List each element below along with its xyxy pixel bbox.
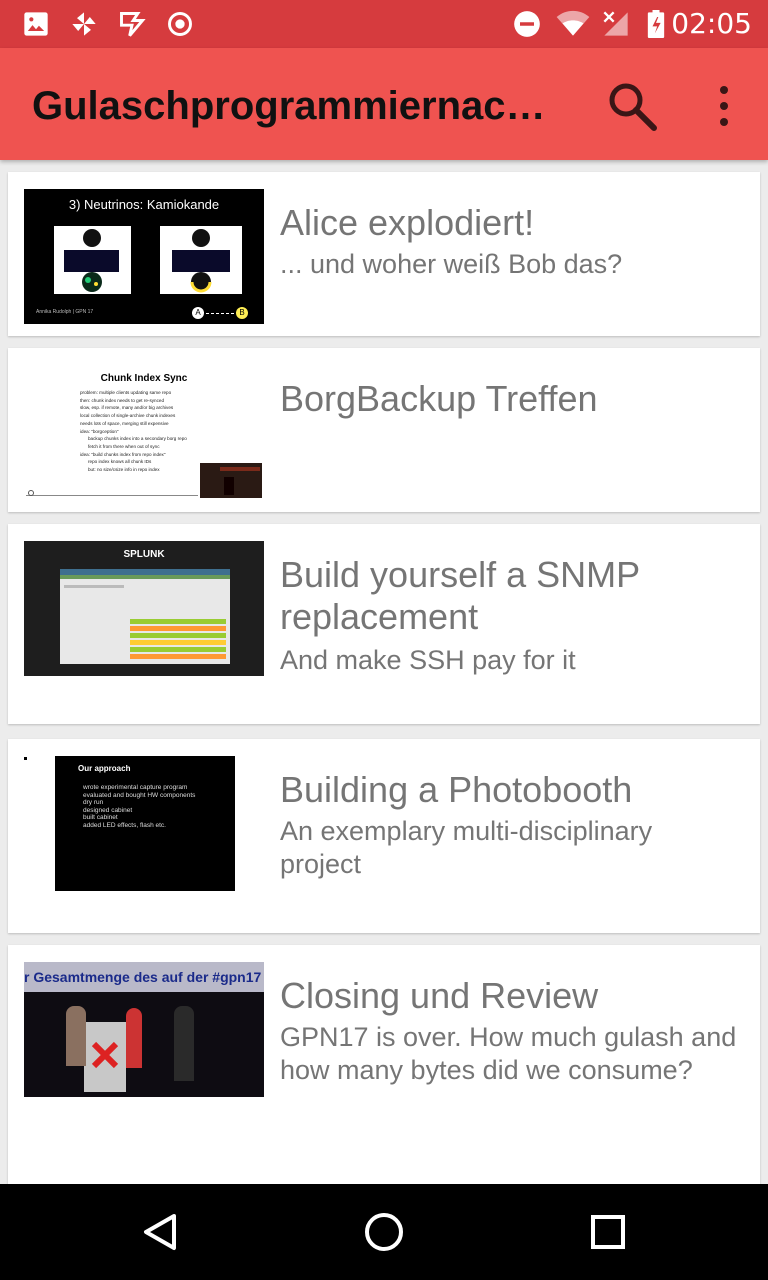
thumbnail-footer: Annika Rudolph | GPN 17	[36, 309, 94, 315]
talk-title: Building a Photobooth	[280, 769, 633, 810]
recents-icon[interactable]	[584, 1208, 632, 1256]
more-vert-icon[interactable]	[704, 78, 744, 134]
talk-thumbnail: Chunk Index Sync problem: multiple clien…	[24, 365, 264, 500]
talk-thumbnail: 3) Neutrinos: Kamiokande Annika Rudolph …	[24, 189, 264, 324]
slide-bullet: designed cabinet	[83, 806, 133, 814]
slide-bullet: built cabinet	[83, 814, 118, 822]
slide-rule	[26, 495, 198, 496]
wifi-icon	[556, 10, 590, 36]
slide-bullets: wrote experimental capture program evalu…	[83, 784, 233, 830]
talk-list[interactable]: 3) Neutrinos: Kamiokande Annika Rudolph …	[0, 160, 768, 1184]
search-icon[interactable]	[604, 78, 660, 134]
pinwheel-icon	[72, 12, 96, 36]
talk-card[interactable]: 3) Neutrinos: Kamiokande Annika Rudolph …	[8, 172, 760, 336]
talk-title: Closing und Review	[280, 975, 599, 1016]
slide-bullet: needs lots of space, merging still expen…	[80, 420, 169, 426]
lectern-logo	[91, 1041, 119, 1069]
kamiokande-plot-right	[160, 226, 242, 294]
thumbnail-banner: r Gesamtmenge des auf der #gpn17 g	[24, 962, 264, 992]
back-icon[interactable]	[136, 1208, 184, 1256]
thumbnail-heading: Our approach	[78, 764, 131, 773]
do-not-disturb-icon	[514, 11, 540, 37]
home-icon[interactable]	[360, 1208, 408, 1256]
speaker-3	[174, 1006, 194, 1081]
navigation-bar	[0, 1184, 768, 1280]
slide-bullet: idea: "borgception"	[80, 428, 119, 434]
speaker-1	[66, 1006, 86, 1066]
status-time: 02:05	[671, 7, 752, 40]
slide-bullet: dry run	[83, 799, 104, 807]
talk-card[interactable]: Chunk Index Sync problem: multiple clien…	[8, 348, 760, 512]
slide-bullets: problem: multiple clients updating same …	[80, 389, 230, 474]
slide-bullet: evaluated and bought HW components	[83, 791, 196, 799]
talk-title: Build yourself a SNMP replacement	[280, 554, 640, 637]
talk-card[interactable]: SPLUNK Build yourself a SNMP replacement…	[8, 524, 760, 724]
talk-thumbnail: Our approach wrote experimental capture …	[55, 756, 235, 891]
marker-b: B	[236, 307, 248, 319]
marker-a: A	[192, 307, 204, 319]
kamiokande-plot-left	[54, 226, 131, 294]
thumbnail-heading: 3) Neutrinos: Kamiokande	[68, 197, 220, 212]
thumbnail-heading: Chunk Index Sync	[100, 373, 188, 384]
talk-thumbnail: SPLUNK	[24, 541, 264, 676]
slide-bullet: local collection of single-archive chunk…	[80, 413, 176, 419]
record-icon	[168, 12, 192, 36]
slide-bullet: idea: "build chunks index from repo inde…	[80, 451, 166, 457]
slide-bullet: backup chunks index into a secondary bor…	[88, 436, 187, 442]
checkmark-icon	[120, 12, 146, 37]
thumbnail-heading: SPLUNK	[123, 549, 165, 560]
talk-thumbnail: r Gesamtmenge des auf der #gpn17 g	[24, 962, 264, 1097]
talk-subtitle: ... und woher weiß Bob das?	[280, 249, 623, 279]
slide-dot	[28, 490, 34, 496]
slide-bullet: added LED effects, flash etc.	[83, 821, 166, 829]
speaker-video-inset	[200, 463, 262, 498]
app-bar: Gulaschprogrammiernacht 17	[0, 48, 768, 160]
slide-bullet: problem: multiple clients updating same …	[80, 390, 172, 395]
no-signal-icon	[603, 11, 628, 36]
speaker-2	[126, 1008, 142, 1068]
marker-line	[206, 313, 234, 314]
talk-subtitle: GPN17 is over. How much gulash and how m…	[280, 1022, 737, 1085]
talk-subtitle: And make SSH pay for it	[280, 645, 576, 675]
status-bar: 02:05	[0, 0, 768, 48]
slide-bullet: slow, esp. if remote, many and/or big ar…	[80, 405, 174, 411]
talk-subtitle: An exemplary multi-disciplinary project	[280, 816, 653, 879]
talk-card[interactable]: r Gesamtmenge des auf der #gpn17 g Closi…	[8, 945, 760, 1184]
app-title: Gulaschprogrammiernacht 17	[32, 84, 562, 128]
splunk-screenshot	[60, 569, 230, 664]
talk-title: BorgBackup Treffen	[280, 378, 598, 419]
talk-title: Alice explodiert!	[280, 202, 535, 243]
battery-charging-icon	[647, 10, 665, 38]
slide-bullet: fetch it from there when out of sync	[88, 443, 160, 449]
slide-bullet: wrote experimental capture program	[83, 784, 188, 791]
slide-dot	[24, 757, 27, 760]
image-icon	[24, 12, 48, 36]
slide-bullet: then: chunk index needs to get re-synced	[80, 397, 165, 403]
talk-card[interactable]: Our approach wrote experimental capture …	[8, 739, 760, 933]
